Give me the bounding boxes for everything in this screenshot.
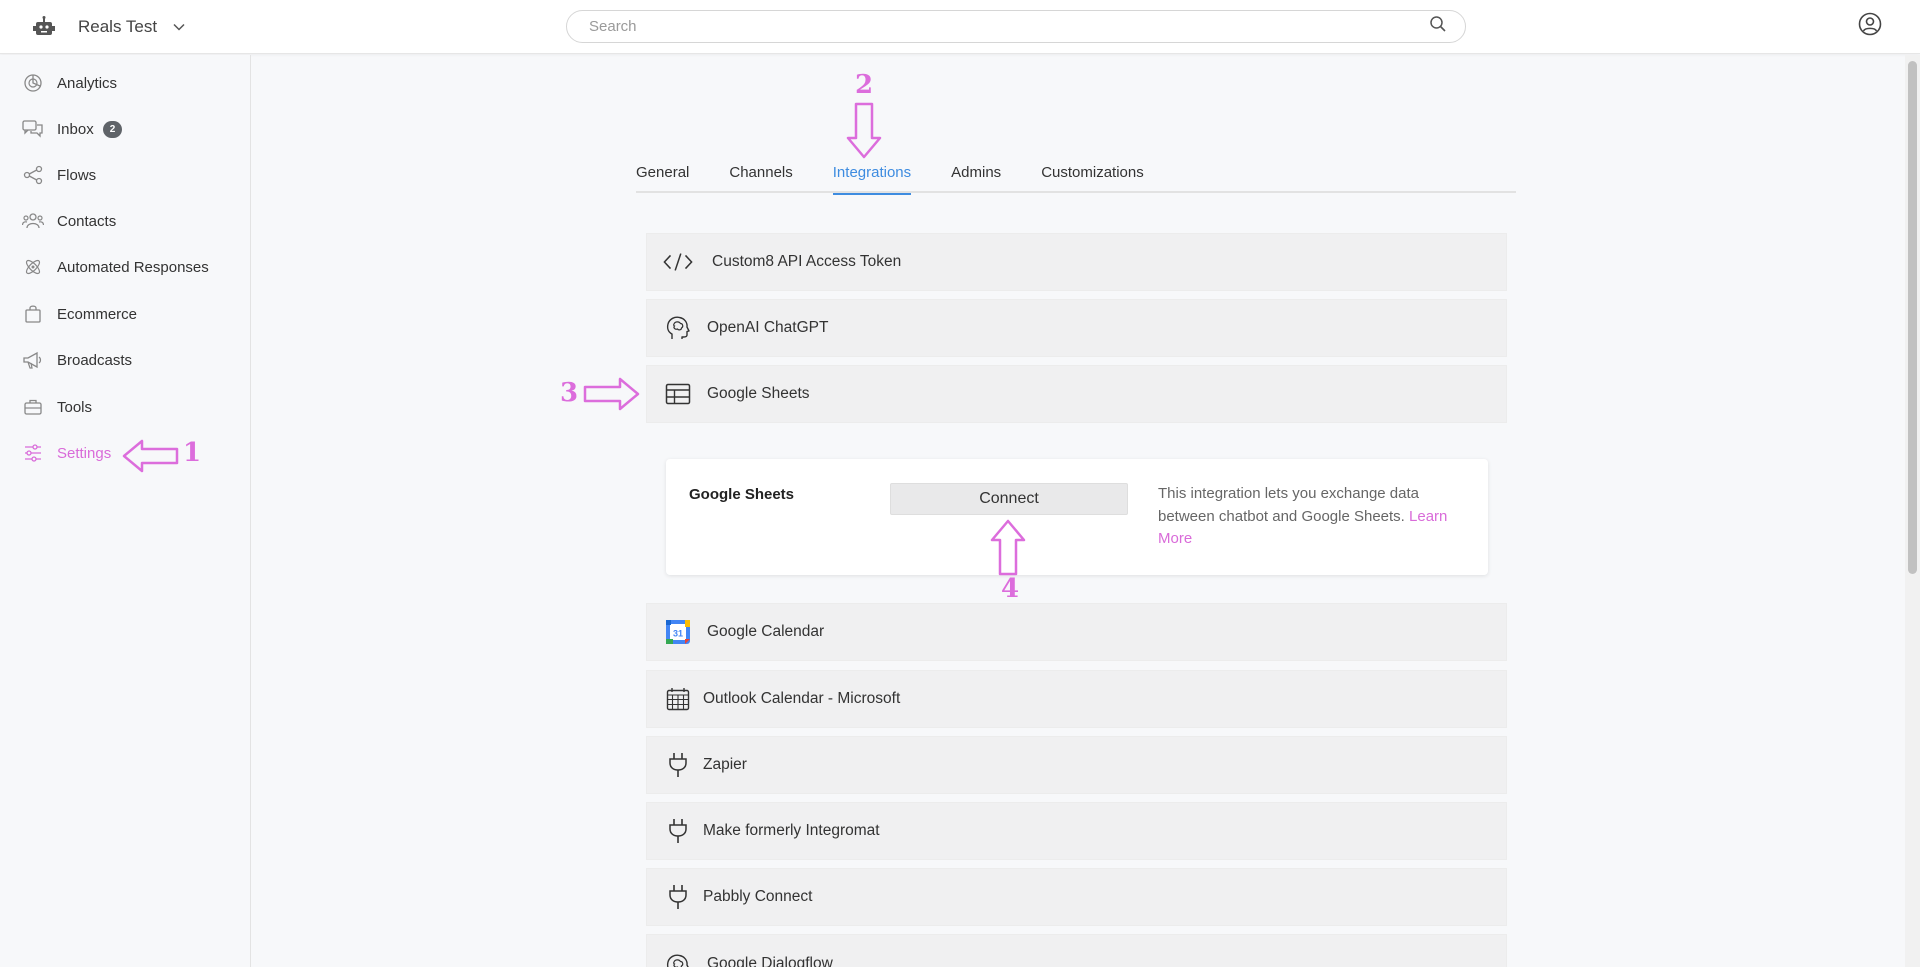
plug-icon (663, 816, 693, 846)
integration-label: OpenAI ChatGPT (707, 319, 829, 336)
integration-label: Google Dialogflow (707, 955, 833, 967)
megaphone-icon (22, 349, 44, 371)
shopping-bag-icon (22, 303, 44, 325)
settings-tabs: General Channels Integrations Admins Cus… (636, 158, 1516, 195)
sidebar-item-label: Analytics (57, 74, 118, 92)
integration-row-google-calendar[interactable]: 31 Google Calendar (646, 603, 1507, 661)
search-input[interactable] (589, 18, 1429, 35)
integration-label: Outlook Calendar - Microsoft (703, 690, 901, 707)
search-icon[interactable] (1429, 15, 1447, 38)
robot-icon (30, 14, 58, 40)
sidebar-item-label: Settings (57, 444, 112, 462)
tab-customizations[interactable]: Customizations (1041, 158, 1144, 193)
annotation-step-4: 4 (1001, 574, 1020, 604)
flows-icon (22, 164, 44, 186)
sidebar-item-label: Inbox (57, 120, 94, 138)
tab-admins[interactable]: Admins (951, 158, 1001, 193)
tab-integrations[interactable]: Integrations (832, 158, 912, 195)
calendar-grid-icon (663, 684, 693, 714)
integration-row-make[interactable]: Make formerly Integromat (646, 802, 1507, 860)
sidebar-item-contacts[interactable]: Contacts (22, 207, 116, 235)
sidebar-item-label: Broadcasts (57, 351, 133, 369)
integration-label: Pabbly Connect (703, 888, 813, 905)
top-bar: Reals Test (0, 0, 1920, 54)
brain-head-icon (663, 951, 693, 967)
sidebar-item-analytics[interactable]: Analytics (22, 69, 117, 97)
sidebar-item-label: Tools (57, 398, 93, 416)
integration-row-google-sheets[interactable]: Google Sheets (646, 365, 1507, 423)
integration-row-google-dialogflow[interactable]: Google Dialogflow (646, 934, 1507, 967)
chevron-down-icon (173, 18, 185, 36)
sidebar-item-settings[interactable]: Settings (22, 439, 111, 467)
sidebar-item-ecommerce[interactable]: Ecommerce (22, 300, 137, 328)
integration-label: Make formerly Integromat (703, 822, 880, 839)
connect-button[interactable]: Connect (890, 483, 1128, 515)
atom-icon (22, 256, 44, 278)
tab-channels[interactable]: Channels (729, 158, 792, 193)
integration-row-pabbly-connect[interactable]: Pabbly Connect (646, 868, 1507, 926)
google-sheets-connect-card: Google Sheets Connect This integration l… (666, 459, 1488, 575)
toolbox-icon (22, 396, 44, 418)
annotation-arrow-up (990, 519, 1026, 576)
code-icon (663, 247, 693, 277)
sidebar: Analytics Inbox 2 Flows Contacts Automat… (0, 55, 251, 967)
annotation-arrow-down (846, 102, 882, 159)
annotation-step-1: 1 (183, 438, 202, 468)
description-text: This integration lets you exchange data … (1158, 485, 1419, 525)
integration-label: Google Calendar (707, 623, 825, 640)
sidebar-item-label: Contacts (57, 212, 117, 230)
integration-row-outlook-calendar[interactable]: Outlook Calendar - Microsoft (646, 670, 1507, 728)
user-account-icon[interactable] (1858, 12, 1884, 38)
card-description: This integration lets you exchange data … (1158, 483, 1468, 551)
sidebar-item-broadcasts[interactable]: Broadcasts (22, 346, 132, 374)
search-bar (566, 10, 1466, 43)
sidebar-item-label: Automated Responses (57, 258, 209, 276)
svg-text:31: 31 (673, 629, 683, 639)
integration-label: Custom8 API Access Token (712, 253, 902, 270)
brain-head-icon (663, 313, 693, 343)
card-title: Google Sheets (689, 486, 795, 503)
annotation-arrow-right (583, 377, 640, 411)
plug-icon (663, 750, 693, 780)
sidebar-item-automated-responses[interactable]: Automated Responses (22, 253, 209, 281)
plug-icon (663, 882, 693, 912)
scrollbar-thumb[interactable] (1908, 61, 1917, 574)
sliders-icon (22, 442, 44, 464)
tab-general[interactable]: General (636, 158, 689, 193)
integration-row-zapier[interactable]: Zapier (646, 736, 1507, 794)
annotation-arrow-left (122, 439, 179, 473)
page-scrollbar[interactable] (1905, 55, 1920, 967)
integration-label: Google Sheets (707, 385, 810, 402)
sidebar-item-label: Flows (57, 166, 97, 184)
table-icon (663, 379, 693, 409)
annotation-step-2: 2 (855, 70, 874, 100)
integration-row-openai-chatgpt[interactable]: OpenAI ChatGPT (646, 299, 1507, 357)
pie-chart-icon (22, 72, 44, 94)
sidebar-item-tools[interactable]: Tools (22, 393, 92, 421)
workspace-name: Reals Test (78, 17, 158, 36)
unread-badge: 2 (102, 120, 123, 138)
contacts-icon (22, 210, 44, 232)
sidebar-item-label: Ecommerce (57, 305, 138, 323)
sidebar-item-flows[interactable]: Flows (22, 161, 96, 189)
workspace-switcher[interactable]: Reals Test (30, 14, 185, 40)
chat-icon (22, 118, 44, 140)
sidebar-item-inbox[interactable]: Inbox 2 (22, 115, 123, 143)
integration-label: Zapier (703, 756, 747, 773)
integration-row-custom8-api[interactable]: Custom8 API Access Token (646, 233, 1507, 291)
google-calendar-icon: 31 (663, 617, 693, 647)
annotation-step-3: 3 (560, 378, 579, 408)
